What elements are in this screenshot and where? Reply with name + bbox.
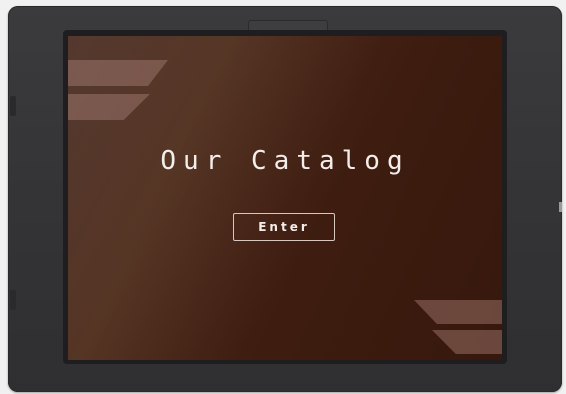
decorative-stripe-top-left-1	[68, 60, 168, 86]
decorative-stripe-top-left-2	[68, 94, 150, 120]
device-side-button-top	[10, 96, 16, 116]
catalog-title: Our Catalog	[160, 146, 410, 176]
catalog-screen: Our Catalog Enter	[68, 36, 502, 360]
page: Our Catalog Enter	[0, 0, 566, 394]
decorative-stripe-bottom-right-2	[432, 330, 502, 354]
enter-button-label: Enter	[258, 220, 310, 234]
decorative-stripe-bottom-right-1	[414, 300, 502, 324]
device-right-nub	[559, 202, 562, 212]
device-side-button-bottom	[10, 290, 16, 310]
enter-button[interactable]: Enter	[233, 213, 335, 241]
